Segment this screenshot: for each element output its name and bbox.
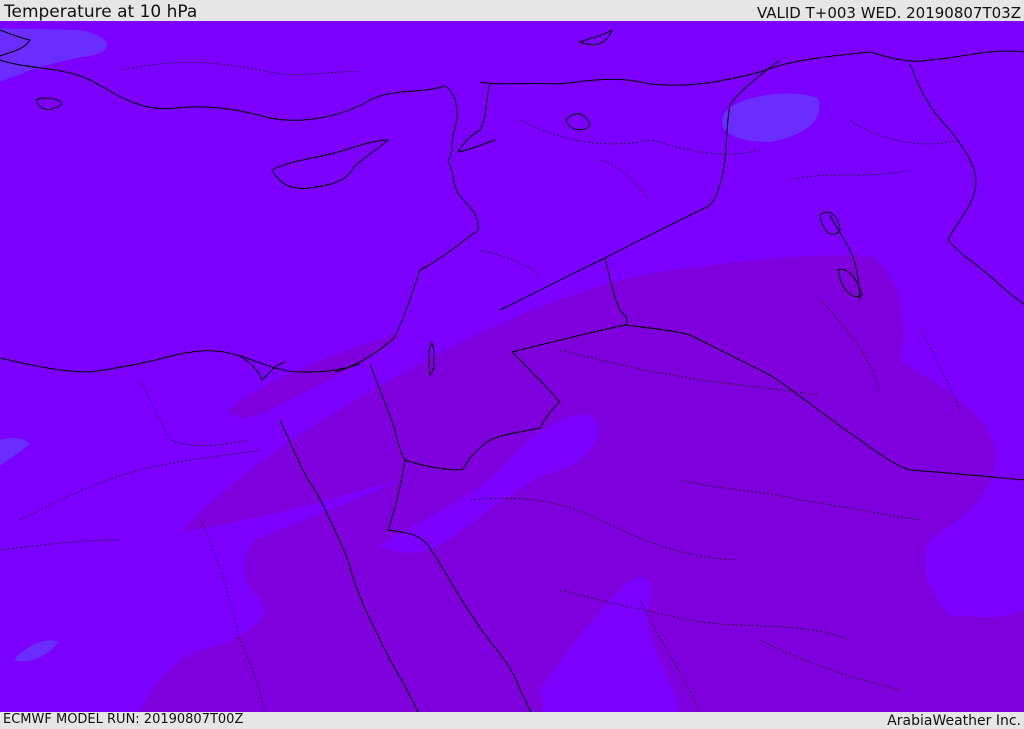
credit-label: ArabiaWeather Inc. <box>887 713 1021 729</box>
map-canvas <box>0 21 1024 712</box>
header-bar: Temperature at 10 hPa VALID T+003 WED. 2… <box>0 0 1024 21</box>
footer-bar: ECMWF MODEL RUN: 20190807T00Z ArabiaWeat… <box>0 712 1024 729</box>
temperature-map <box>0 21 1024 712</box>
map-title: Temperature at 10 hPa <box>4 2 198 22</box>
model-run-label: ECMWF MODEL RUN: 20190807T00Z <box>3 712 244 727</box>
valid-time-label: VALID T+003 WED. 20190807T03Z <box>756 4 1021 22</box>
